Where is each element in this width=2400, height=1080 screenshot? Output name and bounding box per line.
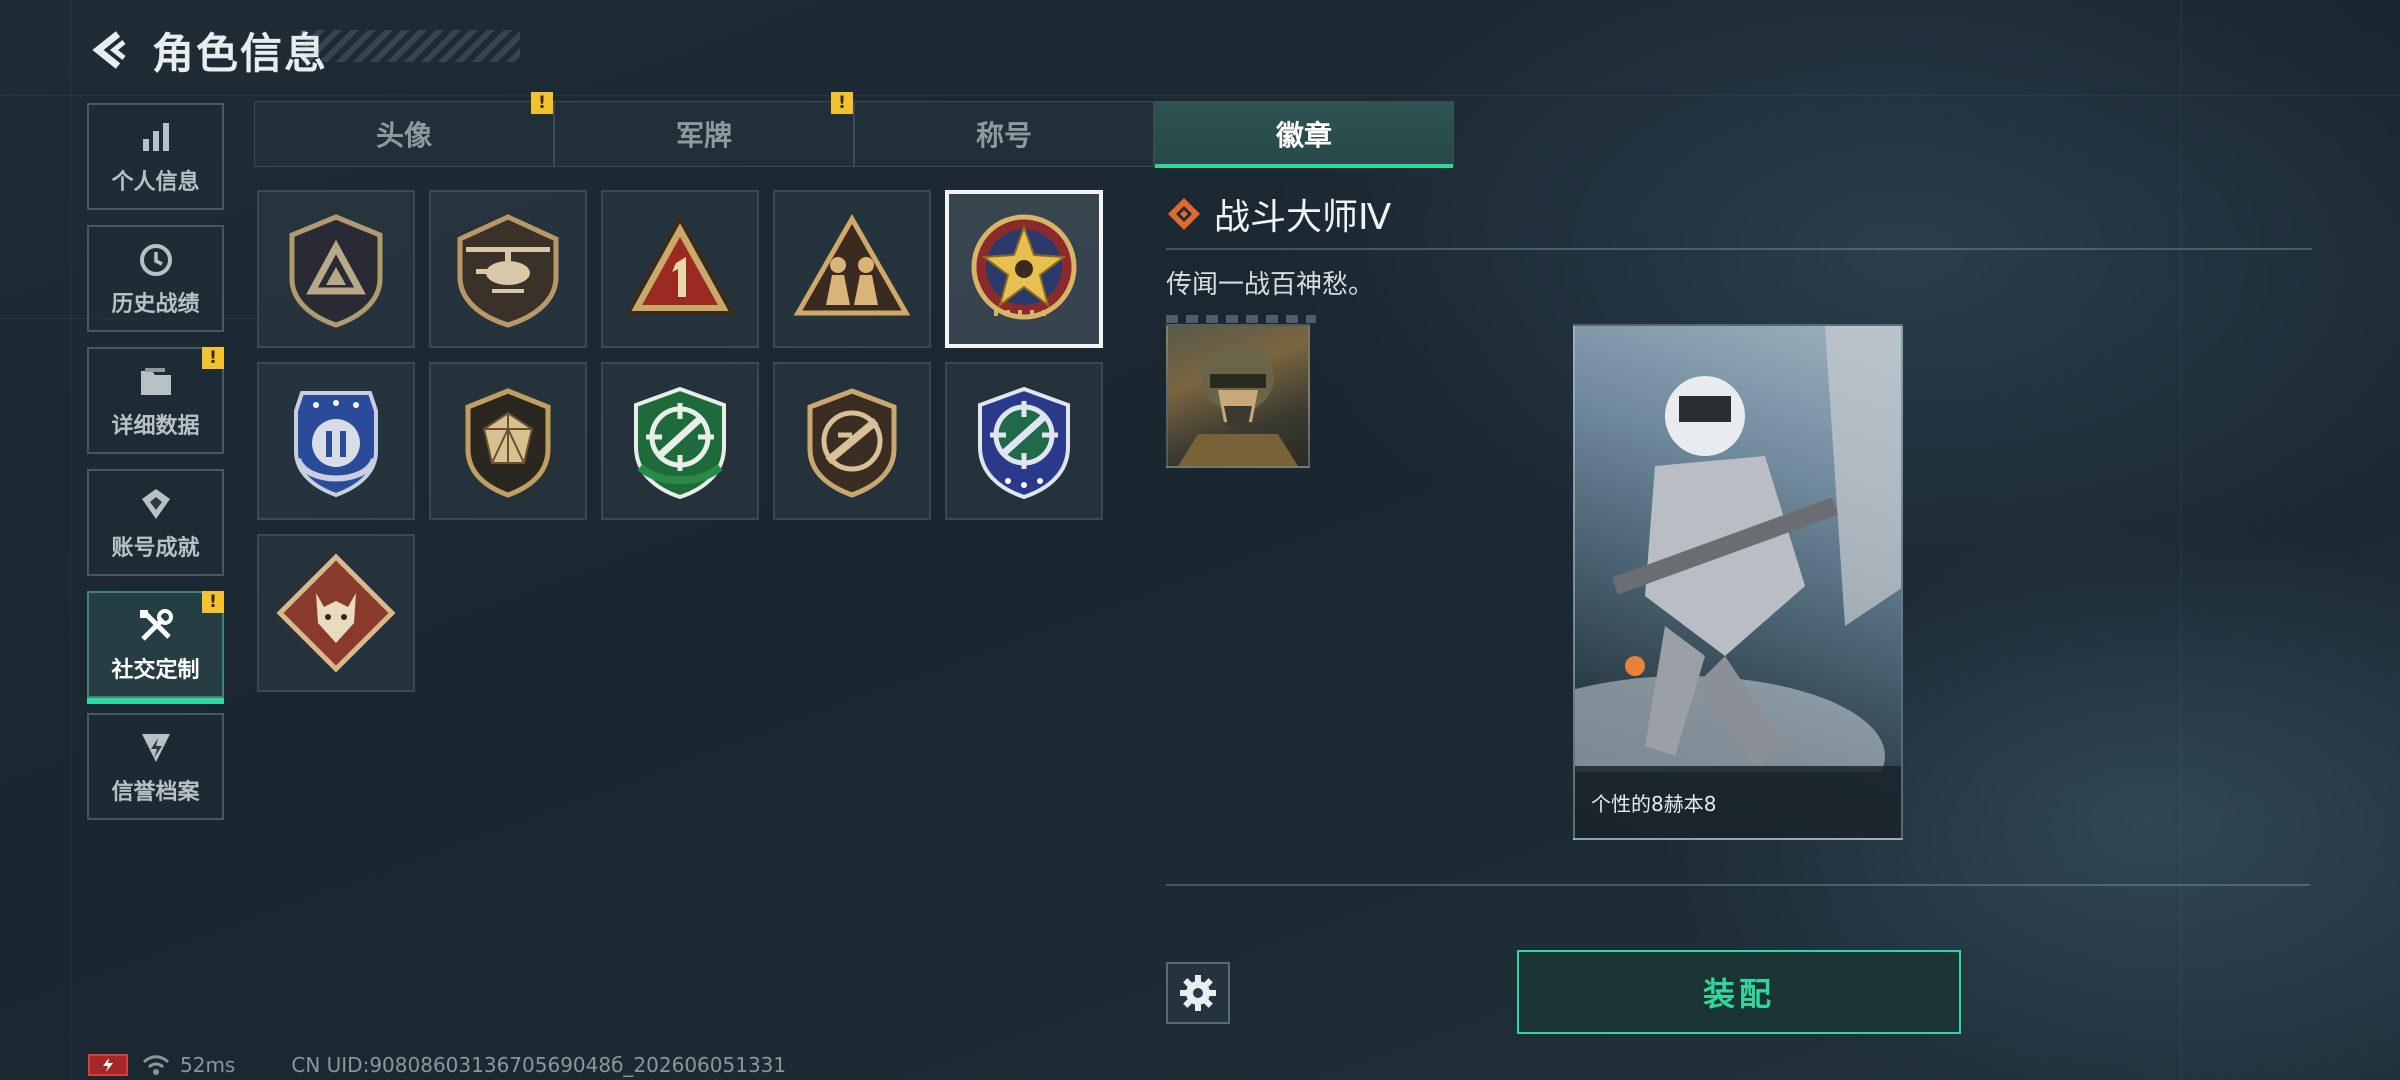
history-clock-icon: [136, 240, 176, 280]
background-grid-line: [70, 0, 71, 1080]
badge-blue-crosshair-icon: [978, 386, 1070, 500]
alert-badge: !: [531, 92, 553, 114]
tab-title[interactable]: 称号: [855, 102, 1155, 166]
sidebar: 个人信息 历史战绩 ! 详细数据 账号成就 ! 社交定制 信誉档案: [87, 103, 224, 835]
credit-shield-icon: [136, 728, 176, 768]
ping-readout: 52ms: [180, 1053, 236, 1077]
user-uid: CN UID:9080860313670569048б_202606051331: [291, 1053, 787, 1077]
sidebar-item-label: 信誉档案: [111, 779, 200, 805]
badge-shield-triangle-icon: [289, 214, 383, 328]
tab-label: 头像: [375, 119, 432, 152]
sidebar-item-social-custom[interactable]: ! 社交定制: [87, 591, 224, 704]
tab-dog-tag[interactable]: 军牌 !: [555, 92, 855, 166]
badge-item[interactable]: [945, 362, 1103, 520]
sidebar-item-credit-record[interactable]: 信誉档案: [87, 713, 224, 820]
achievement-icon: [136, 484, 176, 524]
sidebar-item-history[interactable]: 历史战绩: [87, 225, 224, 332]
back-button[interactable]: [82, 22, 138, 78]
alert-badge: !: [831, 92, 853, 114]
back-arrow-icon: [92, 31, 126, 69]
divider: [1166, 884, 2310, 886]
equip-button-label: 装配: [1702, 975, 1775, 1013]
alert-badge: !: [202, 591, 224, 613]
alert-badge: !: [202, 347, 224, 369]
badge-item[interactable]: [257, 534, 415, 692]
card-owner-name: 个性的8赫本8: [1591, 791, 1717, 816]
title-decoration: [300, 30, 520, 62]
tools-icon: [136, 606, 176, 646]
badge-item[interactable]: [257, 190, 415, 348]
battery-icon: [88, 1054, 128, 1076]
settings-button[interactable]: [1166, 962, 1230, 1024]
sidebar-item-label: 历史战绩: [111, 291, 200, 317]
tab-avatar[interactable]: 头像 !: [255, 92, 555, 166]
sidebar-item-label: 详细数据: [111, 413, 200, 439]
sidebar-item-label: 账号成就: [111, 535, 200, 561]
badge-star-medal-icon: [971, 214, 1077, 320]
status-bar: 52ms CN UID:9080860313670569048б_2026060…: [88, 1052, 786, 1078]
badge-item[interactable]: [257, 362, 415, 520]
folder-icon: [136, 362, 176, 402]
badge-subtext-placeholder: [1166, 315, 1316, 323]
sidebar-item-detailed-data[interactable]: ! 详细数据: [87, 347, 224, 454]
bar-chart-icon: [136, 118, 176, 158]
category-tabs: 头像 ! 军牌 ! 称号 徽章: [254, 92, 1454, 168]
badge-item[interactable]: [429, 190, 587, 348]
badge-item[interactable]: [601, 190, 759, 348]
badge-helicopter-icon: [457, 214, 559, 328]
badge-rifle-crosshair-icon: [807, 388, 897, 498]
soldier-portrait-icon: [1178, 344, 1298, 466]
sidebar-item-personal-info[interactable]: 个人信息: [87, 103, 224, 210]
badge-red-triangle-one-icon: [624, 214, 736, 315]
badge-green-crosshair-icon: [634, 386, 726, 500]
badge-blue-laurel-icon: [294, 391, 378, 498]
tab-label: 徽章: [1275, 119, 1332, 152]
tab-badge[interactable]: 徽章: [1155, 102, 1453, 168]
sidebar-item-label: 个人信息: [111, 169, 200, 195]
wifi-icon: [142, 1055, 170, 1075]
badge-name: 战斗大师Ⅳ: [1214, 197, 1392, 238]
tab-label: 军牌: [675, 119, 732, 152]
badge-item[interactable]: [601, 362, 759, 520]
badge-item[interactable]: [773, 362, 931, 520]
badge-description: 传闻一战百神愁。: [1166, 270, 1375, 300]
badge-item-selected[interactable]: [945, 190, 1103, 348]
badge-soldiers-triangle-icon: [793, 213, 911, 316]
background-grid-line: [0, 95, 2400, 96]
badge-item[interactable]: [429, 362, 587, 520]
background-grid-line: [2180, 0, 2181, 1080]
armored-soldier-art: [1575, 326, 1901, 836]
tab-label: 称号: [975, 119, 1032, 152]
badge-item[interactable]: [773, 190, 931, 348]
sidebar-item-label: 社交定制: [111, 657, 200, 683]
divider: [1166, 248, 2312, 250]
badge-gem-shield-icon: [465, 388, 551, 498]
badge-grid: [257, 190, 1107, 692]
sidebar-item-achievements[interactable]: 账号成就: [87, 469, 224, 576]
badge-detail-panel: 战斗大师Ⅳ 传闻一战百神愁。 个性的8赫本8: [1166, 190, 2312, 840]
card-caption: 个性的8赫本8: [1575, 766, 1901, 838]
avatar-thumbnail[interactable]: [1166, 324, 1310, 468]
business-card-preview[interactable]: 个性的8赫本8: [1573, 324, 1903, 840]
equip-button[interactable]: 装配: [1517, 950, 1961, 1034]
page-header: 角色信息: [82, 20, 328, 80]
rank-diamond-icon: [1168, 198, 1200, 230]
gear-icon: [1180, 975, 1216, 1011]
badge-wolf-diamond-icon: [276, 553, 396, 673]
